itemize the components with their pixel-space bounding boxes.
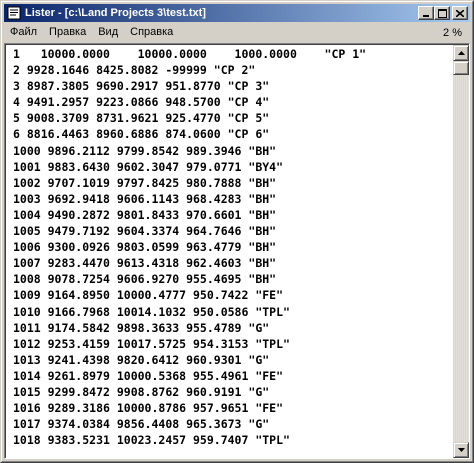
file-line: 1010 9166.7968 10014.1032 950.0586 "TPL": [13, 304, 290, 319]
scroll-up-button[interactable]: [453, 45, 469, 61]
file-line: 1017 9374.0384 9856.4408 965.3673 "G": [13, 417, 270, 432]
vertical-scrollbar[interactable]: [453, 45, 469, 458]
minimize-icon: [423, 14, 429, 17]
file-line: 1014 9261.8979 10000.5368 955.4961 "FE": [13, 368, 284, 383]
lister-app-icon[interactable]: [6, 5, 22, 21]
title-bar[interactable]: Lister - [c:\Land Projects 3\test.txt]: [4, 4, 470, 22]
menu-view[interactable]: Вид: [92, 24, 124, 41]
scroll-up-arrow-icon: [457, 51, 465, 55]
file-line: 1016 9289.3186 10000.8786 957.9651 "FE": [13, 401, 284, 416]
content-frame: 1 10000.0000 10000.0000 1000.0000 "CP 1"…: [4, 43, 470, 459]
file-line: 1000 9896.2112 9799.8542 989.3946 "BH": [13, 143, 277, 158]
menu-help[interactable]: Справка: [124, 24, 179, 41]
file-line: 4 9491.2957 9223.0866 948.5700 "CP 4": [13, 95, 270, 110]
menu-bar: Файл Правка Вид Справка 2 %: [4, 23, 470, 42]
maximize-icon: [437, 8, 447, 18]
file-line: 3 8987.3805 9690.2917 951.8770 "CP 3": [13, 79, 270, 94]
file-line: 2 9928.1646 8425.8082 -99999 "CP 2": [13, 63, 256, 78]
file-line: 1012 9253.4159 10017.5725 954.3153 "TPL": [13, 336, 290, 351]
file-line: 5 9008.3709 8731.9621 925.4770 "CP 5": [13, 111, 270, 126]
scroll-thumb[interactable]: [453, 61, 469, 75]
file-line: 1007 9283.4470 9613.4318 962.4603 "BH": [13, 256, 277, 271]
file-line: 1013 9241.4398 9820.6412 960.9301 "G": [13, 352, 270, 367]
window-frame: Lister - [c:\Land Projects 3\test.txt] Ф…: [1, 1, 473, 462]
scroll-down-button[interactable]: [453, 442, 469, 458]
close-button[interactable]: [452, 6, 468, 20]
file-line: 1011 9174.5842 9898.3633 955.4789 "G": [13, 320, 270, 335]
file-line: 1009 9164.8950 10000.4777 950.7422 "FE": [13, 288, 284, 303]
file-line: 1003 9692.9418 9606.1143 968.4283 "BH": [13, 191, 277, 206]
file-line: 1 10000.0000 10000.0000 1000.0000 "CP 1": [13, 47, 367, 61]
maximize-button[interactable]: [434, 6, 450, 20]
menu-file[interactable]: Файл: [4, 24, 43, 41]
lister-window: Lister - [c:\Land Projects 3\test.txt] Ф…: [0, 0, 474, 463]
content-inner: 1 10000.0000 10000.0000 1000.0000 "CP 1"…: [5, 44, 469, 458]
file-line: 1001 9883.6430 9602.3047 979.0771 "BY4": [13, 159, 284, 174]
file-line: 1008 9078.7254 9606.9270 955.4695 "BH": [13, 272, 277, 287]
file-line: 1002 9707.1019 9797.8425 980.7888 "BH": [13, 175, 277, 190]
scroll-position-indicator: 2 %: [443, 26, 462, 39]
file-line: 1004 9490.2872 9801.8433 970.6601 "BH": [13, 207, 277, 222]
file-line: 1015 9299.8472 9908.8762 960.9191 "G": [13, 384, 270, 399]
minimize-button[interactable]: [418, 6, 434, 20]
scroll-down-arrow-icon: [457, 448, 465, 452]
menu-edit[interactable]: Правка: [43, 24, 92, 41]
file-text-view[interactable]: 1 10000.0000 10000.0000 1000.0000 "CP 1"…: [6, 45, 453, 458]
file-line: 6 8816.4463 8960.6886 874.0600 "CP 6": [13, 127, 270, 142]
file-line: 1006 9300.0926 9803.0599 963.4779 "BH": [13, 240, 277, 255]
file-line: 1018 9383.5231 10023.2457 959.7407 "TPL": [13, 433, 290, 448]
file-line: 1005 9479.7192 9604.3374 964.7646 "BH": [13, 224, 277, 239]
window-title: Lister - [c:\Land Projects 3\test.txt]: [25, 7, 206, 19]
close-icon: [456, 9, 464, 17]
